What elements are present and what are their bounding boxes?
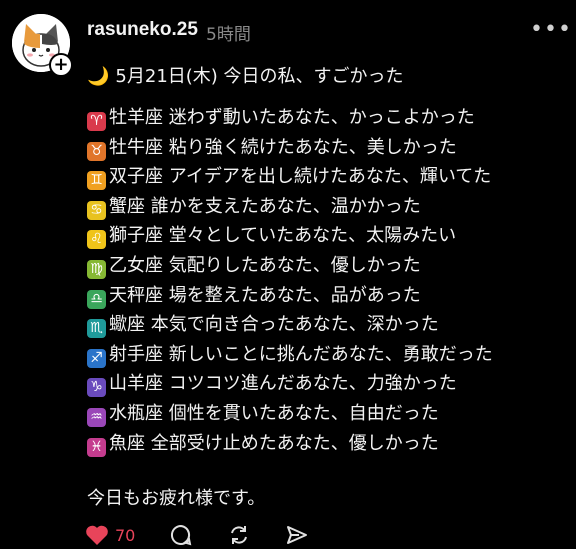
pisces-icon: ♓ [87,437,106,457]
zodiac-line: ♌ 獅子座 堂々としていたあなた、太陽みたい [87,221,457,250]
scorpio-icon: ♏ [87,319,106,339]
share-button[interactable] [285,523,309,547]
zodiac-text: 蟹座 誰かを支えたあなた、温かかった [109,195,421,217]
username[interactable]: rasuneko.25 [87,19,198,41]
gemini-icon: ♊ [87,171,106,191]
heart-icon [86,525,108,545]
zodiac-text: 蠍座 本気で向き合ったあなた、深かった [109,314,439,336]
closing-text: 今日もお疲れ様です。 [87,488,266,509]
reply-button[interactable] [169,523,193,547]
action-bar: 70 [85,521,329,549]
zodiac-line: ♍ 乙女座 気配りしたあなた、優しかった [87,251,421,279]
heading-text: 5月21日(木) 今日の私、すごかった [115,66,404,87]
sagittarius-icon: ♐ [87,348,106,368]
post-heading: 🌙 5月21日(木) 今日の私、すごかった [87,62,404,88]
taurus-icon: ♉ [87,141,106,161]
zodiac-text: 牡羊座 迷わず動いたあなた、かっこよかった [109,107,475,128]
virgo-icon: ♍ [87,260,106,279]
zodiac-text: 双子座 アイデアを出し続けたあなた、輝いてた [109,166,492,188]
zodiac-line: ♑ 山羊座 コツコツ進んだあなた、力強かった [87,369,457,398]
repost-icon [231,526,248,544]
aries-icon: ♈ [87,112,106,131]
capricorn-icon: ♑ [87,378,106,398]
libra-icon: ♎ [87,289,106,309]
moon-icon: 🌙 [87,66,110,87]
zodiac-text: 魚座 全部受け止めたあなた、優しかった [109,432,439,454]
zodiac-text: 獅子座 堂々としていたあなた、太陽みたい [109,225,457,247]
more-horizontal-icon[interactable]: ••• [530,17,572,42]
zodiac-text: 天秤座 場を整えたあなた、品があった [109,284,421,306]
post-time: 5時間 [206,25,251,45]
zodiac-text: 乙女座 気配りしたあなた、優しかった [109,255,421,276]
zodiac-line: ♐ 射手座 新しいことに挑んだあなた、勇敢だった [87,340,493,368]
zodiac-line: ♒ 水瓶座 個性を貫いたあなた、自由だった [87,399,439,427]
zodiac-line: ♋ 蟹座 誰かを支えたあなた、温かかった [87,192,421,220]
send-icon [287,526,308,544]
zodiac-line: ♎ 天秤座 場を整えたあなた、品があった [87,281,421,309]
zodiac-text: 水瓶座 個性を貫いたあなた、自由だった [109,403,439,424]
follow-plus-icon[interactable]: + [49,53,73,77]
like-count: 70 [115,525,136,545]
cancer-icon: ♋ [87,200,106,220]
zodiac-text: 牡牛座 粘り強く続けたあなた、美しかった [109,136,457,158]
zodiac-text: 射手座 新しいことに挑んだあなた、勇敢だった [109,343,493,365]
comment-icon [171,524,192,546]
zodiac-line: ♉ 牡牛座 粘り強く続けたあなた、美しかった [87,133,457,161]
zodiac-line: ♈ 牡羊座 迷わず動いたあなた、かっこよかった [87,103,475,131]
zodiac-line: ♊ 双子座 アイデアを出し続けたあなた、輝いてた [87,162,492,191]
like-button[interactable]: 70 [85,524,135,546]
repost-button[interactable] [227,523,251,547]
aquarius-icon: ♒ [87,408,106,427]
leo-icon: ♌ [87,230,106,250]
zodiac-line: ♏ 蠍座 本気で向き合ったあなた、深かった [87,310,439,339]
zodiac-text: 山羊座 コツコツ進んだあなた、力強かった [109,373,457,395]
zodiac-line: ♓ 魚座 全部受け止めたあなた、優しかった [87,429,439,457]
